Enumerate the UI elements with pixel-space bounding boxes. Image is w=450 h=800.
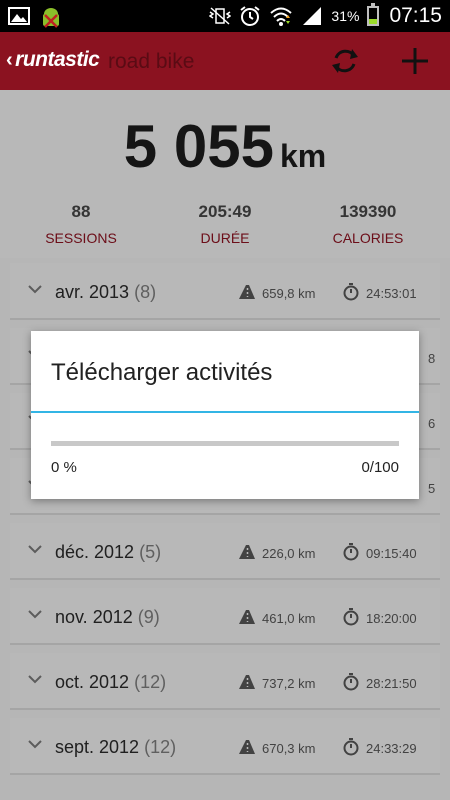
dialog-divider [31, 411, 419, 413]
download-dialog: Télécharger activités 0 % 0/100 [31, 331, 419, 499]
alarm-icon [240, 6, 261, 26]
brand-name: runtastic [15, 48, 100, 71]
back-chevron-icon: ‹ [6, 48, 13, 71]
no-vibrate-icon [209, 7, 232, 25]
progress-bar [51, 441, 399, 446]
signal-icon [303, 7, 322, 25]
android-debug-icon [43, 8, 59, 28]
dialog-title: Télécharger activités [51, 359, 273, 386]
runtastic-logo[interactable]: ‹ runtastic [6, 48, 100, 72]
sport-subtitle: road bike [108, 50, 195, 73]
progress-count: 0/100 [361, 459, 399, 476]
battery-icon [367, 3, 380, 26]
clock: 07:15 [389, 4, 442, 27]
gallery-icon [8, 7, 30, 25]
add-icon[interactable] [398, 44, 432, 78]
wifi-icon [270, 7, 293, 26]
action-bar: ‹ runtastic road bike [0, 32, 450, 90]
sync-icon[interactable] [328, 44, 362, 78]
status-bar: 31% 07:15 [0, 0, 450, 32]
progress-percent: 0 % [51, 459, 77, 476]
battery-percent: 31% [331, 8, 360, 24]
